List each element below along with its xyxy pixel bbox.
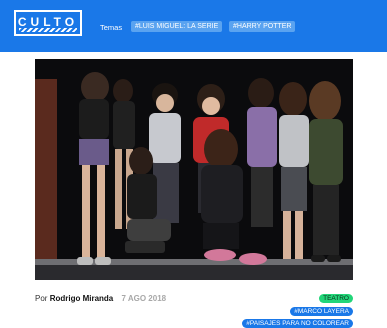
nav-temas-link[interactable]: Temas (100, 23, 122, 32)
nav-tag-harry-potter[interactable]: #HARRY POTTER (229, 21, 296, 32)
byline-prefix: Por (35, 294, 48, 303)
category-tag-teatro[interactable]: TEATRO (319, 294, 353, 303)
author-name[interactable]: Rodrigo Miranda (50, 294, 114, 303)
performer-9 (309, 81, 343, 262)
publish-date: 7 AGO 2018 (121, 294, 167, 303)
top-nav-bar: CULTO Temas #LUIS MIGUEL: LA SERIE #HARR… (0, 0, 387, 52)
stage-photo-illustration (35, 59, 353, 280)
tag-marco-layera[interactable]: #MARCO LAYERA (290, 307, 353, 316)
logo-stripes (19, 28, 77, 32)
nav-tag-luis-miguel[interactable]: #LUIS MIGUEL: LA SERIE (131, 21, 223, 32)
article-hero-photo (35, 59, 353, 280)
article-byline: Por Rodrigo Miranda 7 AGO 2018 (35, 294, 166, 303)
logo-text: CULTO (17, 15, 79, 29)
culto-logo[interactable]: CULTO (14, 10, 82, 36)
